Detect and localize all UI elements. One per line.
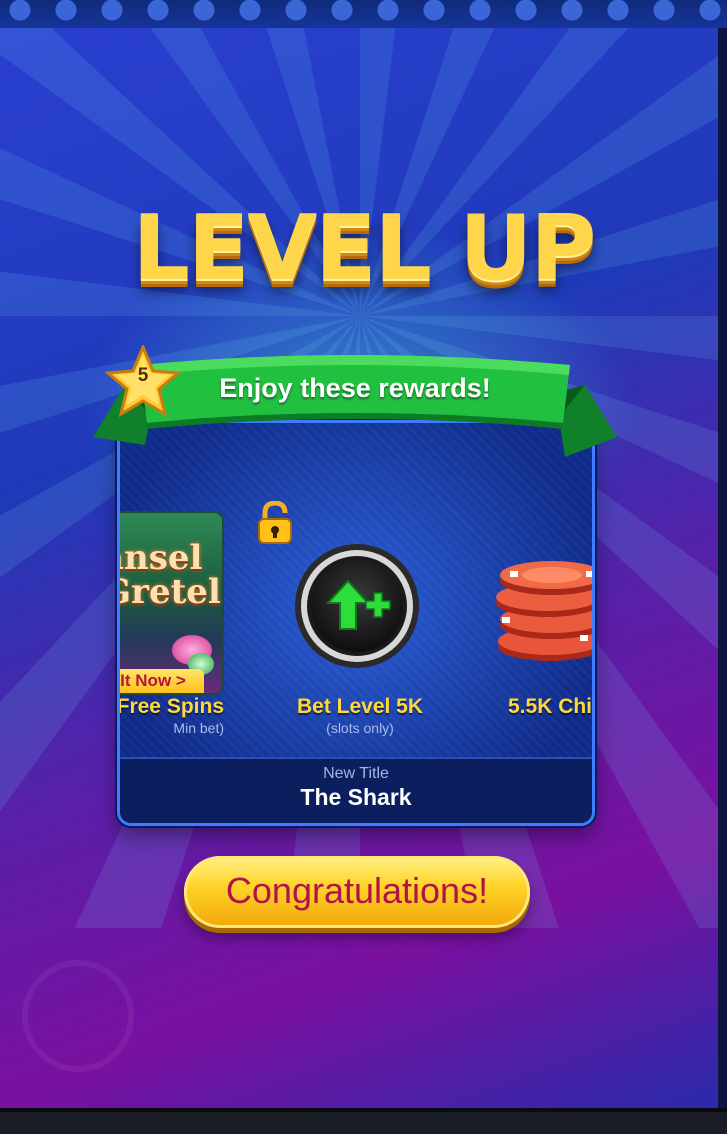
level-up-title: LEVEL UP — [132, 196, 597, 301]
reward-sub: (slots only) — [326, 720, 394, 736]
reward-label: Free Spins — [117, 695, 224, 718]
reward-label: Bet Level 5K — [296, 695, 424, 718]
slot-game-card[interactable]: ansel Gretel y It Now > — [120, 511, 224, 695]
new-title-value: The Shark — [300, 784, 412, 810]
ribbon-text: Enjoy these rewards! — [219, 373, 491, 403]
bet-level-up-icon — [295, 544, 419, 668]
rewards-panel: ansel Gretel y It Now > Free Spins Min b… — [117, 420, 595, 826]
ribbon-graphic — [93, 343, 617, 457]
reward-chips: 5.5K Chi — [508, 695, 593, 719]
reward-sub: Min bet) — [173, 720, 224, 736]
level-number: 5 — [137, 365, 149, 386]
new-title-section: New Title The Shark — [120, 757, 592, 823]
rewards-ribbon: 5 Enjoy these rewards! — [85, 343, 625, 465]
casino-chips-stack-icon — [496, 561, 592, 661]
reward-label: 5.5K Chi — [508, 695, 593, 718]
reward-bet-level: Bet Level 5K (slots only) — [270, 695, 450, 736]
bottom-bar — [0, 1108, 727, 1134]
game-card-title: ansel Gretel — [120, 541, 222, 612]
congratulations-button[interactable]: Congratulations! — [184, 856, 530, 928]
play-it-now-button[interactable]: y It Now > — [120, 669, 204, 693]
reward-free-spins: Free Spins Min bet) — [117, 695, 224, 736]
new-title-label: New Title — [323, 765, 389, 782]
faint-ring-decor — [22, 960, 134, 1072]
right-edge — [718, 28, 727, 1108]
unlocked-padlock-icon — [258, 501, 292, 544]
top-decor-strip — [0, 0, 727, 28]
game-card-title-line2: Gretel — [120, 572, 221, 612]
